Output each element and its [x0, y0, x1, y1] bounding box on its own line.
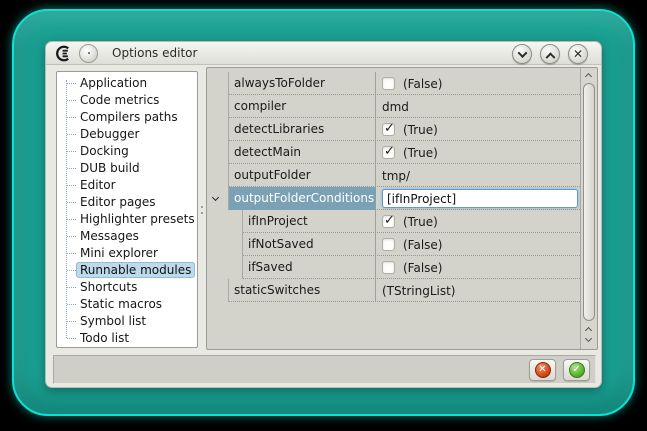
property-row-staticSwitches: staticSwitches (TStringList)	[207, 279, 580, 302]
cancel-button[interactable]: ✕	[529, 359, 556, 381]
property-value[interactable]: (False)	[375, 233, 580, 256]
checkbox-unchecked[interactable]	[382, 261, 395, 274]
property-name-selected[interactable]: outputFolderConditions	[229, 187, 376, 210]
property-value[interactable]: tmp/	[375, 164, 580, 187]
close-icon: ✕	[573, 48, 583, 60]
chevron-down-icon	[517, 48, 527, 58]
property-value[interactable]: (False)	[375, 72, 580, 95]
sidebar-item-debugger[interactable]: Debugger	[57, 126, 197, 143]
property-name[interactable]: detectMain	[229, 141, 375, 164]
property-name[interactable]: outputFolder	[229, 164, 375, 187]
sidebar-item-application[interactable]: Application	[57, 75, 197, 92]
sidebar-item-highlighter-presets[interactable]: Highlighter presets	[57, 211, 197, 228]
property-grid: alwaysToFolder (False) compiler dmd dete…	[206, 67, 598, 350]
sidebar-item-todo-list[interactable]: Todo list	[57, 330, 197, 347]
property-row-detectMain: detectMain (True)	[207, 141, 580, 164]
property-name[interactable]: compiler	[229, 95, 375, 118]
accept-button[interactable]: ✓	[563, 359, 590, 381]
sidebar-item-dub-build[interactable]: DUB build	[57, 160, 197, 177]
property-row-outputFolder: outputFolder tmp/	[207, 164, 580, 187]
minimize-button[interactable]	[512, 44, 532, 64]
scroll-down-icon[interactable]	[585, 335, 592, 342]
property-name[interactable]: detectLibraries	[229, 118, 375, 141]
window-menu-button[interactable]	[79, 44, 98, 63]
property-row-ifNotSaved: ifNotSaved (False)	[207, 233, 580, 256]
property-value[interactable]: dmd	[375, 95, 580, 118]
accept-check-icon: ✓	[569, 362, 585, 378]
maximize-button[interactable]	[540, 44, 560, 64]
property-name[interactable]: ifNotSaved	[243, 233, 375, 256]
sidebar-item-mini-explorer[interactable]: Mini explorer	[57, 245, 197, 262]
scroll-up-icon[interactable]	[585, 327, 592, 334]
expand-chevron-icon[interactable]	[212, 194, 219, 201]
sidebar-item-docking[interactable]: Docking	[57, 143, 197, 160]
vertical-scrollbar[interactable]	[580, 68, 597, 349]
property-name[interactable]: alwaysToFolder	[229, 72, 375, 95]
property-value-edit[interactable]	[382, 189, 578, 208]
property-value[interactable]: (TStringList)	[375, 279, 580, 302]
titlebar[interactable]: Options editor ✕	[46, 42, 601, 65]
property-value	[375, 187, 580, 210]
app-logo-icon	[55, 45, 72, 62]
checkbox-checked[interactable]	[382, 215, 395, 228]
sidebar-item-shortcuts[interactable]: Shortcuts	[57, 279, 197, 296]
property-name[interactable]: ifSaved	[243, 256, 375, 279]
property-row-detectLibraries: detectLibraries (True)	[207, 118, 580, 141]
cancel-x-icon: ✕	[535, 362, 551, 378]
property-value[interactable]: (True)	[375, 118, 580, 141]
sidebar-item-static-macros[interactable]: Static macros	[57, 296, 197, 313]
property-value[interactable]: (True)	[375, 210, 580, 233]
sidebar-item-code-metrics[interactable]: Code metrics	[57, 92, 197, 109]
scrollbar-thumb[interactable]	[583, 83, 595, 321]
scroll-up-icon[interactable]	[585, 73, 592, 80]
sidebar-item-editor-pages[interactable]: Editor pages	[57, 194, 197, 211]
checkbox-unchecked[interactable]	[382, 238, 395, 251]
splitter-handle[interactable]	[199, 204, 205, 218]
sidebar-item-compilers-paths[interactable]: Compilers paths	[57, 109, 197, 126]
category-tree: Application Code metrics Compilers paths…	[56, 71, 198, 348]
sidebar-item-messages[interactable]: Messages	[57, 228, 197, 245]
options-editor-window: Options editor ✕ Application Code metric…	[45, 41, 602, 388]
property-row-ifInProject: ifInProject (True)	[207, 210, 580, 233]
sidebar-item-runnable-modules[interactable]: Runnable modules	[57, 262, 197, 279]
property-row-alwaysToFolder: alwaysToFolder (False)	[207, 72, 580, 95]
checkbox-checked[interactable]	[382, 123, 395, 136]
sidebar-item-symbol-list[interactable]: Symbol list	[57, 313, 197, 330]
property-name[interactable]: ifInProject	[243, 210, 375, 233]
property-row-ifSaved: ifSaved (False)	[207, 256, 580, 279]
footer-bar: ✕ ✓	[53, 355, 596, 384]
window-title: Options editor	[112, 42, 197, 65]
checkbox-checked[interactable]	[382, 146, 395, 159]
checkbox-unchecked[interactable]	[382, 77, 395, 90]
property-name[interactable]: staticSwitches	[229, 279, 375, 302]
menu-dot-icon	[88, 52, 90, 54]
close-button[interactable]: ✕	[568, 44, 588, 64]
sidebar-item-editor[interactable]: Editor	[57, 177, 197, 194]
property-value[interactable]: (True)	[375, 141, 580, 164]
property-value[interactable]: (False)	[375, 256, 580, 279]
property-row-compiler: compiler dmd	[207, 95, 580, 118]
chevron-up-icon	[545, 52, 555, 62]
property-row-outputFolderConditions: outputFolderConditions	[207, 187, 580, 210]
